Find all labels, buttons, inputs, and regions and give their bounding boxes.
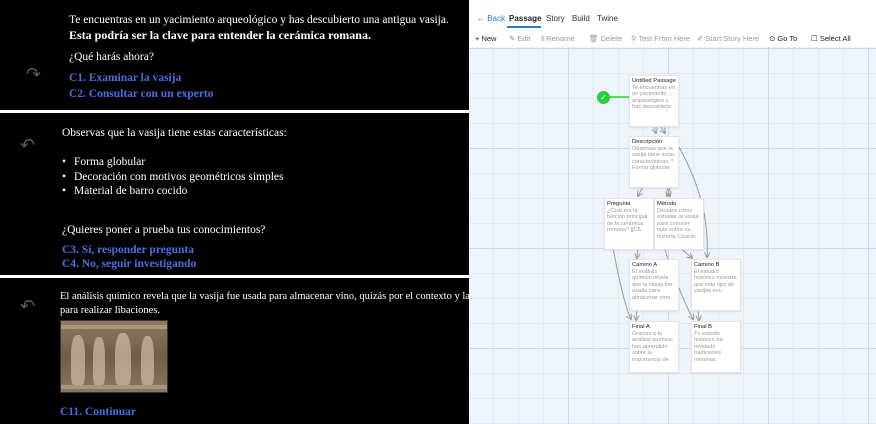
- tab-story[interactable]: Story: [546, 14, 565, 23]
- passage-text: Te encuentras en un yacimiento arqueológ…: [69, 14, 449, 26]
- passage-text: para realizar libaciones.: [60, 305, 160, 316]
- choice-link-c4[interactable]: C4. No, seguir investigando: [62, 258, 196, 270]
- link-arrow: [661, 126, 665, 133]
- redo-icon[interactable]: ↷: [26, 64, 41, 85]
- select-all-button[interactable]: ☐ Select All: [811, 34, 851, 43]
- toolbar: + New ✎ Edit ǁ Rename 🗑 Delete ⚲ Test Fr…: [469, 30, 876, 46]
- passage-excerpt: Gracias a tu análisis químico, has apren…: [632, 330, 674, 363]
- passage-title: Pregunta: [607, 201, 631, 207]
- rename-button[interactable]: ǁ Rename: [541, 34, 575, 43]
- passage-question: ¿Quieres poner a prueba tus conocimiento…: [62, 224, 266, 236]
- passage-title: Untitled Passage: [632, 78, 676, 84]
- passage-excerpt: Observas que la vasija tiene estas carac…: [632, 145, 675, 172]
- tab-build[interactable]: Build: [572, 14, 590, 23]
- passage-card-final-b[interactable]: Final B Tu estudio histórico ha revelado…: [691, 321, 741, 373]
- tab-twine[interactable]: Twine: [597, 14, 618, 23]
- passage-card-final-a[interactable]: Final A Gracias a tu análisis químico, h…: [629, 321, 679, 373]
- list-item: Decoración con motivos geométricos simpl…: [62, 170, 284, 185]
- delete-button[interactable]: 🗑 Delete: [589, 34, 622, 43]
- story-preview: ↷ Te encuentras en un yacimiento arqueol…: [0, 0, 469, 424]
- tab-passage[interactable]: Passage: [509, 14, 541, 23]
- go-to-button[interactable]: ⊙ Go To: [769, 34, 797, 43]
- passage-title: Final A: [632, 324, 650, 330]
- passage-excerpt: El estudio histórico muestra que este ti…: [694, 268, 737, 295]
- passage-excerpt: Tu estudio histórico ha revelado tradici…: [694, 330, 723, 363]
- passage-card-pregunta[interactable]: Pregunta ¿Cuál era la función principal …: [604, 198, 654, 250]
- test-from-here-button[interactable]: ⚲ Test From Here: [631, 34, 690, 43]
- feature-list: Forma globular Decoración con motivos ge…: [62, 155, 284, 199]
- undo-icon[interactable]: ↶: [20, 296, 35, 317]
- choice-link-c3[interactable]: C3. Sí, responder pregunta: [62, 244, 194, 256]
- story-map[interactable]: ✓ Untitled Passage Te encuentras en un y…: [469, 47, 876, 424]
- passage-card-untitled[interactable]: Untitled Passage Te encuentras en un yac…: [629, 75, 679, 127]
- passage-panel-1: ↷ Te encuentras en un yacimiento arqueol…: [0, 0, 469, 110]
- passage-title: Final B: [694, 324, 713, 330]
- back-button[interactable]: ← Back: [477, 14, 505, 23]
- passage-panel-3: ↶ El análisis químico revela que la vasi…: [0, 278, 469, 424]
- select-icon: ☐: [811, 34, 820, 43]
- passage-title: Camino A: [632, 262, 658, 268]
- new-button[interactable]: + New: [475, 34, 496, 43]
- edit-button[interactable]: ✎ Edit: [509, 34, 530, 43]
- passage-excerpt: Decides cómo estudiar la vasija para con…: [657, 207, 699, 240]
- start-story-here-button[interactable]: ✐ Start Story Here: [697, 34, 759, 43]
- passage-card-descripcion[interactable]: Descripción Observas que la vasija tiene…: [629, 136, 679, 188]
- trash-icon: 🗑: [589, 34, 601, 43]
- choice-link-c11[interactable]: C11. Continuar: [60, 406, 136, 418]
- passage-bold-text: Esta podría ser la clave para entender l…: [69, 28, 371, 42]
- passage-panel-2: ↶ Observas que la vasija tiene estas car…: [0, 113, 469, 275]
- passage-card-metodo[interactable]: Método Decides cómo estudiar la vasija p…: [654, 198, 704, 250]
- passage-card-camino-a[interactable]: Camino A El análisis químico revela que …: [629, 259, 679, 311]
- list-item: Forma globular: [62, 155, 284, 170]
- undo-icon[interactable]: ↶: [20, 135, 35, 156]
- passage-card-camino-b[interactable]: Camino B El estudio histórico muestra qu…: [691, 259, 741, 311]
- twine-editor: ← Back Passage Story Build Twine + New ✎…: [469, 0, 876, 424]
- passage-excerpt: El análisis químico revela que la vasija…: [632, 268, 673, 301]
- passage-excerpt: ¿Cuál era la función principal de la cer…: [607, 207, 648, 234]
- passage-text: Observas que la vasija tiene estas carac…: [62, 127, 287, 139]
- active-tab-indicator: [507, 26, 541, 28]
- choice-link-c1[interactable]: C1. Examinar la vasija: [69, 72, 181, 84]
- list-item: Material de barro cocido: [62, 184, 284, 199]
- passage-title: Descripción: [632, 139, 663, 145]
- vase-relief-image: [60, 320, 168, 393]
- passage-question: ¿Qué harás ahora?: [69, 51, 154, 63]
- link-arrow: [654, 126, 656, 133]
- start-passage-rocket-icon[interactable]: ✓: [597, 91, 610, 104]
- top-nav: ← Back Passage Story Build Twine: [469, 0, 876, 26]
- passage-title: Método: [657, 201, 677, 207]
- choice-link-c2[interactable]: C2. Consultar con un experto: [69, 88, 214, 100]
- passage-title: Camino B: [694, 262, 720, 268]
- passage-text: El análisis químico revela que la vasija…: [60, 291, 469, 302]
- passage-excerpt: Te encuentras en un yacimiento arqueológ…: [632, 84, 675, 111]
